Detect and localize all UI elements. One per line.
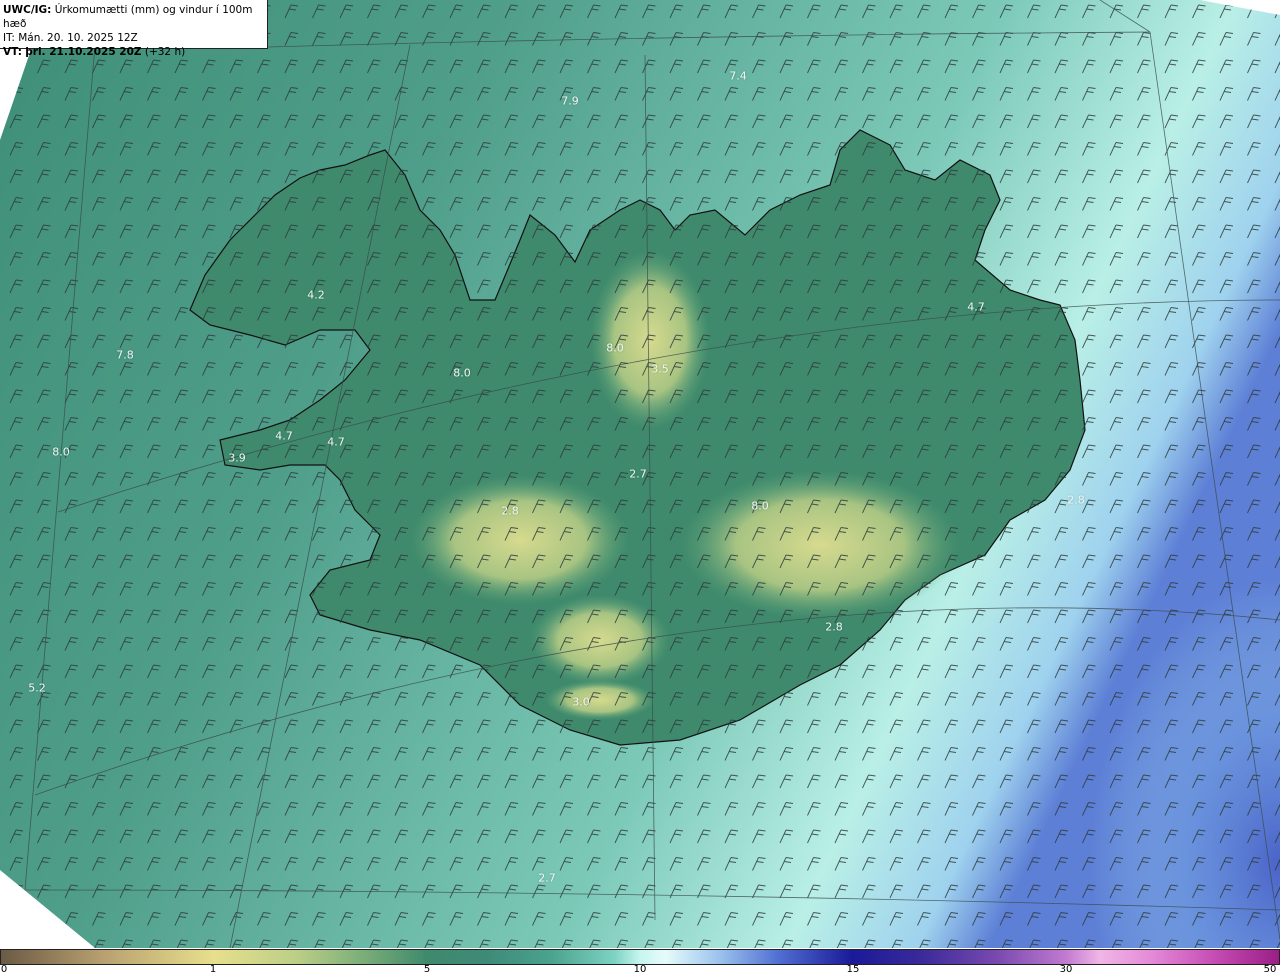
value-label: 5.2	[28, 681, 46, 695]
colorbar-tick: 1	[209, 964, 217, 975]
value-label: 7.4	[729, 69, 747, 83]
title-line: UWC/IG: Úrkomumætti (mm) og vindur í 100…	[3, 3, 267, 31]
colorbar-tick: 10	[633, 964, 647, 975]
value-label: 8.0	[52, 445, 70, 459]
value-label: 8.0	[606, 341, 624, 355]
value-label: 8.0	[751, 499, 769, 513]
value-label: 3.5	[651, 362, 669, 376]
colorbar-strip	[0, 949, 1280, 965]
info-box: UWC/IG: Úrkomumætti (mm) og vindur í 100…	[0, 0, 268, 58]
colorbar-tick: 0	[0, 964, 8, 975]
value-label: 2.7	[629, 467, 647, 481]
colorbar-legend: 0 1 5 10 15 30 50	[0, 948, 1280, 978]
valid-time: þri. 21.10.2025 20Z	[25, 46, 142, 58]
lead-time: (+32 h)	[144, 46, 186, 58]
value-label: 2.8	[1067, 493, 1085, 507]
value-label: 3.0	[572, 695, 590, 709]
colorbar-tick: 30	[1059, 964, 1073, 975]
colorbar-tick: 15	[846, 964, 860, 975]
value-label: 2.8	[501, 504, 519, 518]
value-label: 8.0	[453, 366, 471, 380]
product-code: UWC/IG:	[3, 4, 52, 16]
value-label: 7.8	[116, 348, 134, 362]
value-label: 2.7	[538, 871, 556, 885]
value-label: 2.8	[825, 620, 843, 634]
map-area[interactable]: UWC/IG: Úrkomumætti (mm) og vindur í 100…	[0, 0, 1280, 948]
value-label: 4.7	[967, 300, 985, 314]
valid-prefix: VT:	[3, 46, 22, 58]
colorbar-tick: 5	[423, 964, 431, 975]
value-label: 4.2	[307, 288, 325, 302]
valid-line: VT: þri. 21.10.2025 20Z (+32 h)	[3, 45, 267, 59]
value-label: 4.7	[327, 435, 345, 449]
value-label: 3.9	[228, 451, 246, 465]
colorbar-tick: 50	[1263, 964, 1277, 975]
value-label: 7.9	[561, 94, 579, 108]
value-label: 4.7	[275, 429, 293, 443]
init-time: IT: Mán. 20. 10. 2025 12Z	[3, 32, 138, 44]
